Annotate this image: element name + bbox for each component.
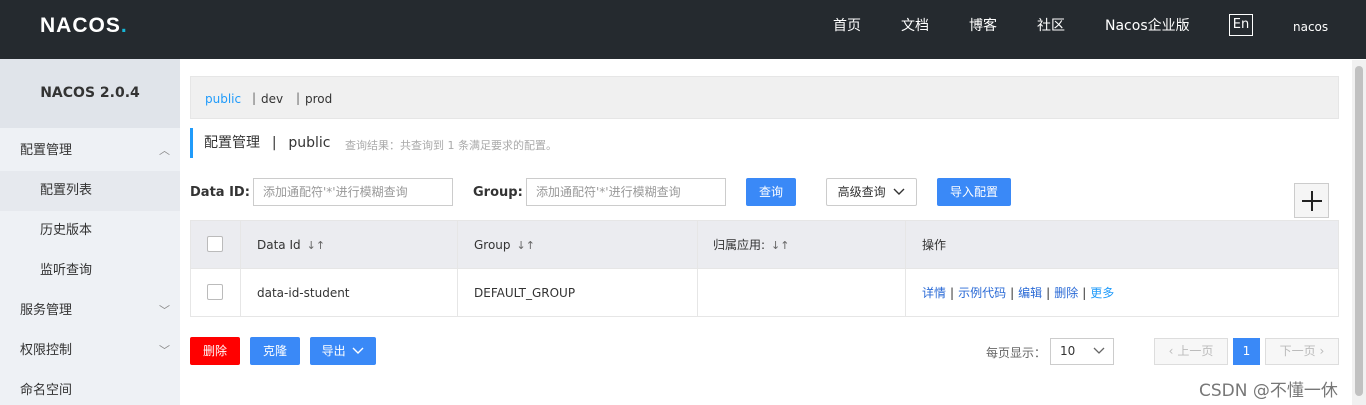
page-number-current[interactable]: 1 — [1233, 338, 1260, 365]
page-size-value: 10 — [1060, 344, 1076, 358]
sidebar-item-label: 服务管理 — [20, 303, 73, 318]
query-result-text: 查询结果：共查询到 1 条满足要求的配置。 — [345, 139, 557, 152]
chevron-down-icon — [352, 344, 364, 358]
sort-icon[interactable]: ↓↑ — [771, 239, 789, 252]
chevron-right-icon: › — [1319, 344, 1325, 358]
page-size-label: 每页显示： — [986, 346, 1047, 360]
prev-page-button[interactable]: ‹ 上一页 — [1154, 338, 1228, 365]
delete-button[interactable]: 删除 — [190, 337, 240, 365]
row-checkbox[interactable] — [207, 284, 223, 300]
plus-icon[interactable] — [1294, 183, 1329, 218]
advanced-query-button[interactable]: 高级查询 — [826, 178, 917, 206]
page-title: 配置管理 | public 查询结果：共查询到 1 条满足要求的配置。 — [190, 128, 557, 158]
cell-dataid: data-id-student — [257, 286, 350, 300]
advanced-query-label: 高级查询 — [837, 185, 886, 199]
column-header-dataid[interactable]: Data Id ↓↑ — [257, 221, 325, 269]
prev-page-label: 上一页 — [1177, 344, 1214, 358]
sidebar-item-config-management[interactable]: 配置管理 ︿ — [0, 131, 180, 171]
sort-icon[interactable]: ↓↑ — [517, 239, 535, 252]
dataid-label: Data ID: — [190, 185, 250, 200]
column-header-group[interactable]: Group ↓↑ — [474, 221, 535, 269]
detail-link[interactable]: 详情 — [922, 286, 946, 300]
delete-link[interactable]: 删除 — [1054, 286, 1078, 300]
clone-button[interactable]: 克隆 — [250, 337, 300, 365]
column-divider — [457, 221, 458, 316]
cell-group: DEFAULT_GROUP — [474, 286, 576, 300]
export-button[interactable]: 导出 — [310, 337, 376, 365]
column-header-label: 归属应用: — [713, 238, 766, 252]
sidebar: NACOS 2.0.4 配置管理 ︿ 配置列表 历史版本 监听查询 服务管理 ﹀… — [0, 59, 180, 405]
sidebar-item-listener-query[interactable]: 监听查询 — [0, 251, 180, 291]
title-separator: | — [271, 135, 277, 151]
import-config-button[interactable]: 导入配置 — [937, 178, 1011, 206]
column-divider — [905, 221, 906, 316]
page-title-text: 配置管理 — [204, 135, 260, 151]
edit-link[interactable]: 编辑 — [1018, 286, 1042, 300]
nav-blog[interactable]: 博客 — [969, 18, 997, 34]
page-size-select[interactable]: 10 — [1050, 338, 1114, 365]
column-header-label: Group — [474, 238, 511, 252]
sidebar-item-namespace[interactable]: 命名空间 — [0, 371, 180, 405]
group-input[interactable]: 添加通配符'*'进行模糊查询 — [526, 178, 726, 206]
page-title-namespace: public — [288, 135, 331, 151]
namespace-public[interactable]: public — [205, 92, 241, 106]
sidebar-item-config-list[interactable]: 配置列表 — [0, 171, 180, 211]
more-link[interactable]: 更多 — [1090, 286, 1114, 300]
language-switch[interactable]: En — [1229, 14, 1253, 36]
namespace-separator: | — [296, 91, 301, 105]
nav-enterprise[interactable]: Nacos企业版 — [1105, 18, 1190, 34]
watermark: CSDN @不懂一休 — [1199, 381, 1338, 401]
chevron-down-icon: ﹀ — [159, 344, 170, 357]
sample-code-link[interactable]: 示例代码 — [958, 286, 1006, 300]
user-name[interactable]: nacos — [1293, 20, 1328, 34]
chevron-up-icon: ︿ — [159, 144, 170, 157]
nav-docs[interactable]: 文档 — [901, 18, 929, 34]
export-label: 导出 — [321, 344, 346, 358]
namespace-prod[interactable]: prod — [305, 92, 332, 106]
sidebar-item-label: 配置管理 — [20, 143, 73, 158]
column-header-ops: 操作 — [922, 238, 947, 252]
scrollbar-thumb[interactable] — [1355, 66, 1363, 396]
config-table: Data Id ↓↑ Group ↓↑ 归属应用: ↓↑ 操作 data-id-stu… — [190, 220, 1339, 317]
sidebar-item-label: 权限控制 — [20, 343, 73, 358]
next-page-label: 下一页 — [1279, 344, 1316, 358]
nav-community[interactable]: 社区 — [1037, 18, 1065, 34]
next-page-button[interactable]: 下一页 › — [1265, 338, 1339, 365]
column-divider — [697, 221, 698, 316]
sidebar-item-history[interactable]: 历史版本 — [0, 211, 180, 251]
dataid-input[interactable]: 添加通配符'*'进行模糊查询 — [253, 178, 453, 206]
group-label: Group: — [473, 185, 523, 200]
chevron-down-icon: ﹀ — [159, 304, 170, 317]
select-all-checkbox[interactable] — [207, 236, 223, 252]
namespace-separator: | — [252, 91, 257, 105]
column-header-label: Data Id — [257, 238, 301, 252]
table-header: Data Id ↓↑ Group ↓↑ 归属应用: ↓↑ 操作 — [191, 221, 1338, 269]
column-divider — [240, 221, 241, 316]
query-button[interactable]: 查询 — [746, 178, 796, 206]
sort-icon[interactable]: ↓↑ — [307, 239, 325, 252]
cell-ops: 详情 | 示例代码 | 编辑 | 删除 | 更多 — [922, 286, 1115, 300]
column-header-app[interactable]: 归属应用: ↓↑ — [713, 221, 789, 269]
sidebar-title: NACOS 2.0.4 — [0, 59, 180, 128]
nacos-logo[interactable]: NACOS. — [40, 14, 128, 38]
sidebar-item-permission[interactable]: 权限控制 ﹀ — [0, 331, 180, 371]
vertical-scrollbar[interactable] — [1352, 60, 1366, 405]
chevron-left-icon: ‹ — [1168, 344, 1174, 358]
chevron-down-icon — [1093, 339, 1105, 364]
top-navbar: NACOS. 首页 文档 博客 社区 Nacos企业版 En nacos — [0, 0, 1366, 59]
namespace-dev[interactable]: dev — [261, 92, 283, 106]
nav-home[interactable]: 首页 — [833, 18, 861, 34]
sidebar-item-service-management[interactable]: 服务管理 ﹀ — [0, 291, 180, 331]
namespace-bar: public | dev | prod — [190, 76, 1339, 119]
chevron-down-icon — [893, 185, 905, 199]
